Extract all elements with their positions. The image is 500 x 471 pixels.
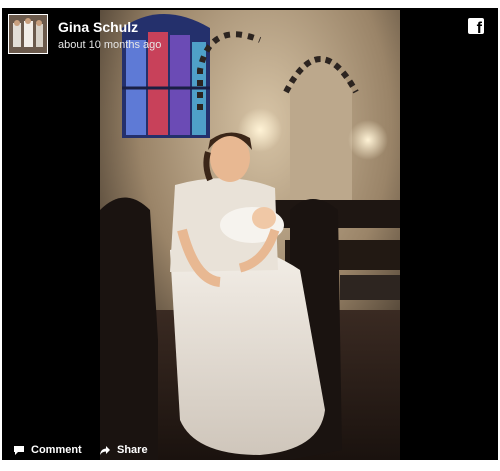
share-button[interactable]: Share: [99, 444, 148, 456]
post-header: Gina Schulz about 10 months ago f: [8, 14, 488, 58]
post-card: Gina Schulz about 10 months ago f Commen…: [2, 8, 498, 460]
post-photo[interactable]: [100, 10, 400, 460]
share-arrow-icon: [100, 445, 110, 455]
share-label: Share: [117, 444, 148, 456]
author-name[interactable]: Gina Schulz: [58, 19, 138, 35]
speech-bubble-icon: [14, 445, 24, 455]
comment-label: Comment: [31, 444, 82, 456]
avatar[interactable]: [8, 14, 48, 54]
post-timestamp[interactable]: about 10 months ago: [58, 39, 161, 51]
comment-button[interactable]: Comment: [13, 444, 82, 456]
facebook-icon[interactable]: f: [468, 18, 484, 37]
